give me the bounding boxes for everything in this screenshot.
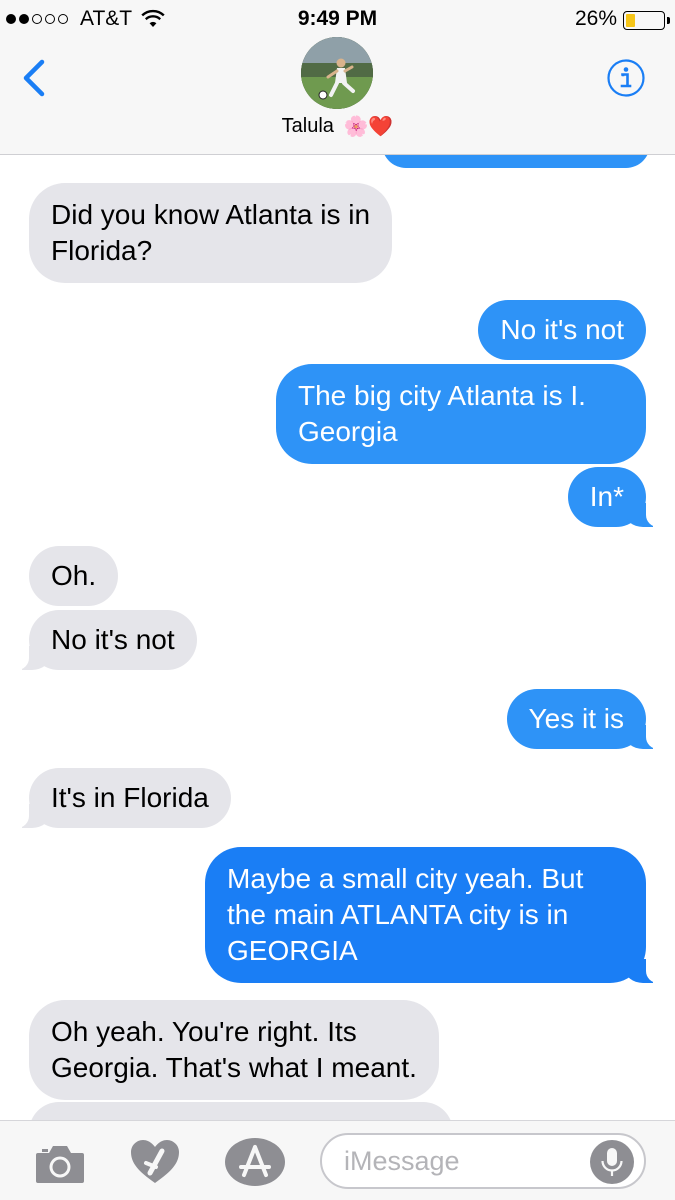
contact-name: Talula <box>281 115 334 137</box>
message-line: The big city Atlanta is I. <box>298 380 586 411</box>
message-line: Georgia. That's what I meant. <box>51 1052 417 1083</box>
microphone-glyph <box>601 1148 623 1176</box>
message-bubble-received[interactable]: Oh. <box>29 546 119 606</box>
conversation-header: AT&T 9:49 PM 26% Talula 🌸❤️ <box>0 0 675 155</box>
message-line: Oh yeah. You're right. Its <box>51 1016 357 1047</box>
app-store-icon[interactable] <box>224 1137 286 1187</box>
message-bubble-sent[interactable]: No it's not <box>478 300 646 360</box>
message-line: Did you know Atlanta is in <box>51 199 371 230</box>
next-received-bubble <box>29 1102 453 1120</box>
message-line: Georgia <box>298 416 398 447</box>
battery-icon <box>623 11 670 30</box>
battery-level-fill <box>626 14 635 27</box>
message-line: No it's not <box>500 314 624 345</box>
contact-name-row[interactable]: Talula 🌸❤️ <box>0 114 675 139</box>
status-time: 9:49 PM <box>297 7 378 30</box>
messages-screen: Did you know Atlanta is in Florida? No i… <box>0 0 675 1200</box>
message-line: In* <box>589 481 624 512</box>
message-bubble-received[interactable]: No it's not <box>3 610 197 670</box>
message-bubble-received[interactable]: It's in Florida <box>3 768 231 828</box>
message-line: Florida? <box>51 235 153 266</box>
message-bubble-sent[interactable]: The big city Atlanta is I. Georgia <box>276 364 646 464</box>
message-thread[interactable]: Did you know Atlanta is in Florida? No i… <box>0 0 675 1120</box>
status-bar: AT&T 9:49 PM 26% <box>0 0 675 40</box>
info-icon[interactable] <box>606 58 646 98</box>
soccer-photo-image <box>301 37 373 109</box>
microphone-icon[interactable] <box>590 1140 634 1184</box>
message-line: No it's not <box>51 624 175 655</box>
message-line: GEORGIA <box>227 935 358 966</box>
message-bubble-received[interactable]: Did you know Atlanta is in Florida? <box>29 183 393 283</box>
camera-icon[interactable] <box>34 1143 86 1185</box>
digital-touch-icon[interactable] <box>128 1137 182 1187</box>
message-line: Oh. <box>51 560 97 591</box>
message-line: the main ATLANTA city is in <box>227 899 569 930</box>
message-bubble-sent[interactable]: Yes it is <box>506 689 673 749</box>
battery-percentage: 26% <box>574 7 617 30</box>
contact-avatar[interactable] <box>301 37 373 109</box>
message-bubble-received[interactable]: Oh yeah. You're right. Its Georgia. That… <box>29 1000 439 1100</box>
name-emoji: 🌸❤️ <box>343 116 394 138</box>
message-bubble-sent[interactable]: Maybe a small city yeah. But the main AT… <box>205 847 672 983</box>
message-bubble-sent[interactable]: In* <box>567 467 673 527</box>
back-chevron-icon[interactable] <box>18 58 52 98</box>
message-composer <box>0 1120 675 1200</box>
message-line: Yes it is <box>528 703 624 734</box>
message-line: Maybe a small city yeah. But <box>227 863 584 894</box>
message-line: It's in Florida <box>51 782 209 813</box>
